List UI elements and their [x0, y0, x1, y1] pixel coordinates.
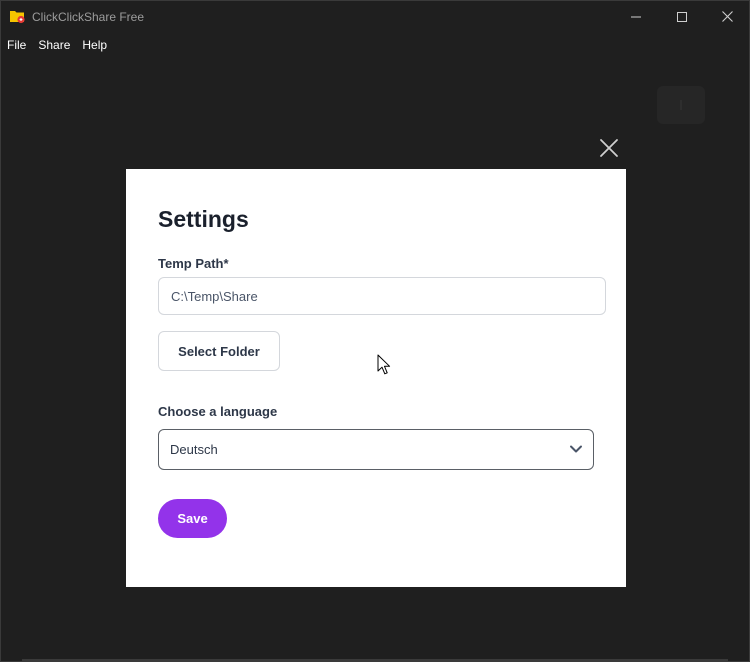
modal-close-button[interactable]: [597, 136, 621, 160]
settings-modal: Settings Temp Path* Select Folder Choose…: [126, 169, 626, 587]
minimize-icon: [631, 16, 641, 17]
modal-title: Settings: [158, 206, 249, 232]
temp-path-input[interactable]: [158, 277, 606, 315]
window-title: ClickClickShare Free: [32, 10, 145, 24]
chevron-down-icon: [570, 445, 582, 453]
title-bar[interactable]: ClickClickShare Free: [1, 1, 749, 32]
menu-bar: File Share Help: [1, 35, 113, 55]
menu-share[interactable]: Share: [32, 35, 76, 55]
menu-help[interactable]: Help: [76, 35, 113, 55]
close-icon: [600, 139, 618, 157]
app-logo-icon: [9, 8, 25, 24]
background-control: [657, 86, 705, 124]
maximize-icon: [677, 11, 687, 22]
close-icon: [721, 11, 733, 22]
select-folder-button[interactable]: Select Folder: [158, 331, 280, 371]
language-selected-value: Deutsch: [170, 442, 218, 457]
background-control-icon: [680, 100, 682, 110]
menu-file[interactable]: File: [1, 35, 32, 55]
minimize-button[interactable]: [613, 1, 659, 32]
language-label: Choose a language: [158, 404, 278, 419]
save-button[interactable]: Save: [158, 499, 227, 538]
temp-path-label: Temp Path*: [158, 256, 229, 271]
app-window: ClickClickShare Free File Share Help Set…: [0, 0, 750, 662]
window-close-button[interactable]: [704, 1, 749, 32]
maximize-button[interactable]: [659, 1, 705, 32]
language-select[interactable]: Deutsch: [158, 429, 594, 470]
